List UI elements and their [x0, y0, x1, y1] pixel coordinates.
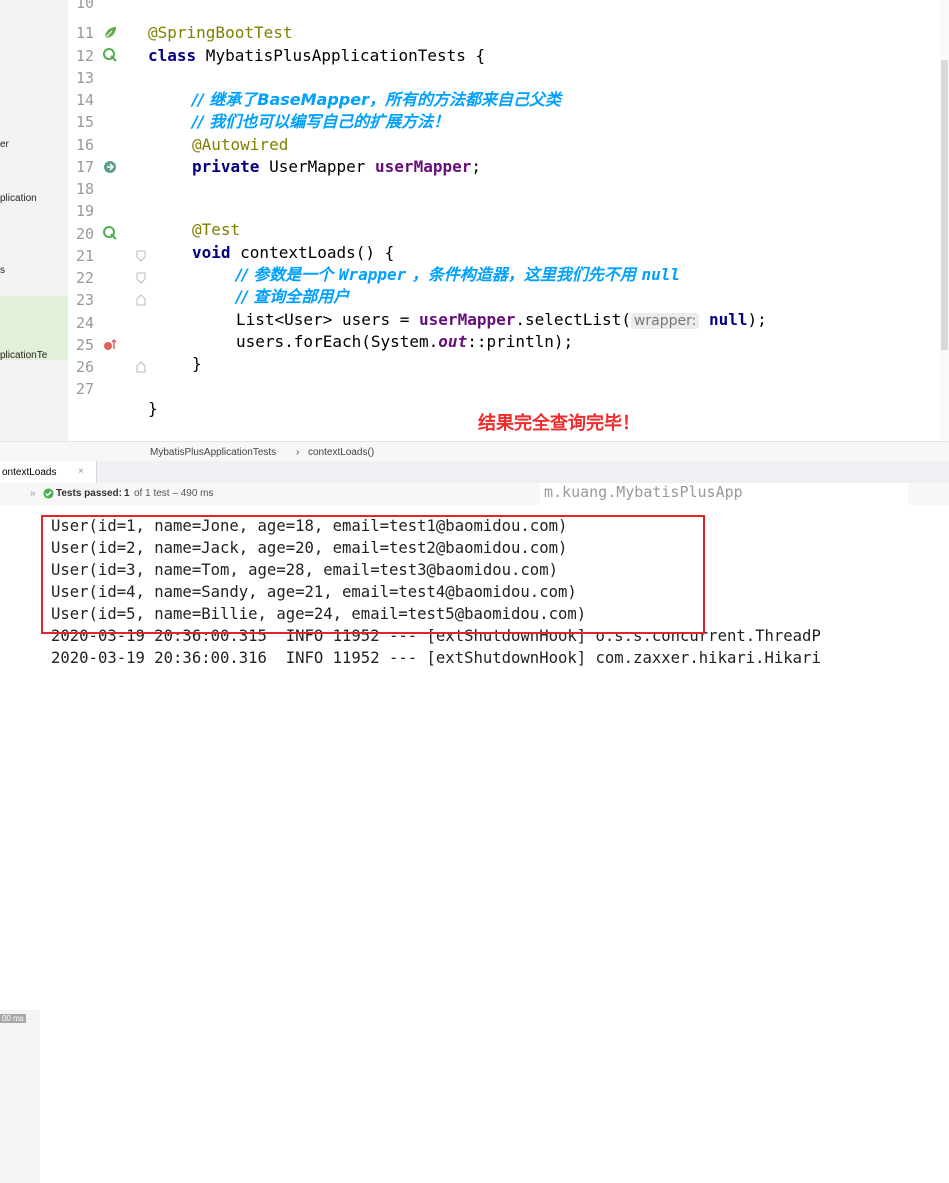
- spring-bean-icon[interactable]: [102, 25, 118, 41]
- tests-passed-label: Tests passed:: [56, 488, 122, 499]
- console-toolbar: 00 ms: [0, 1010, 40, 1183]
- fold-marker-icon[interactable]: [136, 294, 146, 306]
- fold-marker-icon[interactable]: [136, 272, 146, 284]
- line-number: 16: [76, 136, 95, 154]
- code-line-22: // 查询全部用户: [236, 286, 349, 308]
- line-number: 13: [76, 69, 95, 87]
- field-name: userMapper: [375, 157, 472, 176]
- code-text: );: [747, 310, 767, 329]
- keyword-class: class: [148, 46, 197, 65]
- method-declaration: contextLoads() {: [230, 243, 395, 262]
- code-line-21: // 参数是一个 Wrapper ，条件构造器，这里我们先不用 null: [236, 264, 680, 286]
- comment: ，条件构造器，这里我们先不用: [406, 265, 642, 284]
- code-line-17: private UserMapper userMapper;: [192, 156, 481, 178]
- code-text: ::println);: [467, 332, 574, 351]
- code-line-11: @SpringBootTest: [148, 22, 293, 44]
- check-icon: [43, 488, 54, 499]
- type-name: UserMapper: [259, 157, 376, 176]
- parameter-hint: wrapper:: [630, 313, 700, 329]
- editor-gutter: 10 11 12 13 14 15 16 17 18 19 20 21 22 2…: [68, 0, 148, 448]
- project-panel: er plication s plicationTe: [0, 0, 69, 448]
- semicolon: ;: [471, 157, 481, 176]
- tests-passed-detail: of 1 test – 490 ms: [134, 488, 214, 499]
- code-line-23: List<User> users = userMapper.selectList…: [236, 309, 767, 332]
- line-number: 27: [76, 380, 95, 398]
- field-name: userMapper: [419, 310, 516, 329]
- comment: // 继承了BaseMapper，所有的方法都来自己父类: [192, 90, 561, 109]
- code-text: .selectList(: [515, 310, 631, 329]
- code-line-12: class MybatisPlusApplicationTests {: [148, 45, 485, 67]
- line-number: 25: [76, 336, 95, 354]
- comment: // 我们也可以编写自己的扩展方法！: [192, 112, 450, 131]
- line-number: 18: [76, 180, 95, 198]
- closing-brace: }: [148, 399, 158, 418]
- class-declaration: MybatisPlusApplicationTests {: [196, 46, 486, 65]
- keyword-null: null: [709, 310, 748, 329]
- project-item-application[interactable]: plication: [0, 193, 37, 204]
- line-number: 22: [76, 269, 95, 287]
- comment: null: [641, 265, 680, 284]
- line-number: 20: [76, 225, 95, 243]
- line-number: 12: [76, 47, 95, 65]
- fold-marker-icon[interactable]: [136, 361, 146, 373]
- comment: // 参数是一个: [236, 265, 339, 284]
- tests-passed-count: 1: [124, 488, 130, 499]
- test-status-bar: » Tests passed: 1 of 1 test – 490 ms m.k…: [0, 483, 949, 505]
- scrollbar-thumb[interactable]: [941, 60, 948, 350]
- project-item[interactable]: er: [0, 139, 9, 150]
- fold-marker-icon[interactable]: [136, 250, 146, 262]
- annotation-test: @Test: [192, 220, 241, 239]
- line-number: 10: [76, 0, 95, 12]
- line-number: 21: [76, 247, 95, 265]
- code-line-16: @Autowired: [192, 134, 288, 156]
- code-line-14: // 继承了BaseMapper，所有的方法都来自己父类: [192, 89, 561, 111]
- line-number: 23: [76, 291, 95, 309]
- expand-icon[interactable]: »: [30, 488, 36, 499]
- breadcrumb-separator: ›: [296, 447, 300, 458]
- line-number: 24: [76, 314, 95, 332]
- line-number: 11: [76, 24, 95, 42]
- annotation-springboottest: @SpringBootTest: [148, 23, 293, 42]
- run-test-method-icon[interactable]: [102, 225, 118, 241]
- project-item-applicationtests[interactable]: plicationTe: [0, 350, 47, 361]
- breadcrumb-class[interactable]: MybatisPlusApplicationTests: [150, 447, 276, 458]
- line-number: 19: [76, 202, 95, 220]
- run-test-class-icon[interactable]: [102, 47, 118, 63]
- keyword-private: private: [192, 157, 260, 176]
- static-field: out: [438, 332, 468, 351]
- result-highlight-box: [41, 515, 705, 634]
- code-line-19: @Test: [192, 219, 240, 241]
- code-editor[interactable]: @SpringBootTest class MybatisPlusApplica…: [148, 0, 940, 448]
- editor-scrollbar[interactable]: [940, 0, 949, 448]
- line-number: 14: [76, 91, 95, 109]
- code-line-25: }: [192, 353, 202, 375]
- breadcrumb: MybatisPlusApplicationTests › contextLoa…: [0, 441, 949, 462]
- run-tab-bar: ontextLoads ×: [0, 461, 949, 484]
- tab-contextloads[interactable]: ontextLoads ×: [0, 461, 97, 483]
- annotation-autowired: @Autowired: [192, 135, 289, 154]
- console-log-line: 2020-03-19 20:36:00.316 INFO 11952 --- […: [51, 649, 821, 667]
- test-duration: 00 ms: [0, 1014, 26, 1023]
- line-number: 17: [76, 158, 95, 176]
- project-item[interactable]: s: [0, 265, 5, 276]
- breadcrumb-method[interactable]: contextLoads(): [308, 447, 374, 458]
- code-line-27: }: [148, 398, 158, 420]
- comment: // 查询全部用户: [236, 287, 350, 306]
- tab-label: ontextLoads: [2, 467, 57, 478]
- closing-brace: }: [192, 354, 202, 373]
- code-line-15: // 我们也可以编写自己的扩展方法！: [192, 111, 449, 133]
- code-line-24: users.forEach(System.out::println);: [236, 331, 573, 353]
- console-truncated-log: m.kuang.MybatisPlusApp: [540, 483, 908, 505]
- mapper-navigate-icon[interactable]: [102, 337, 118, 353]
- code-text: List<User> users =: [236, 310, 420, 329]
- line-number: 15: [76, 113, 95, 131]
- close-icon[interactable]: ×: [78, 466, 84, 477]
- code-text: users.forEach(System.: [236, 332, 439, 351]
- result-annotation: 结果完全查询完毕！: [478, 413, 640, 434]
- keyword-void: void: [192, 243, 231, 262]
- code-line-20: void contextLoads() {: [192, 242, 394, 264]
- autowired-bean-icon[interactable]: [102, 159, 118, 175]
- line-number: 26: [76, 358, 95, 376]
- comment: Wrapper: [338, 265, 407, 284]
